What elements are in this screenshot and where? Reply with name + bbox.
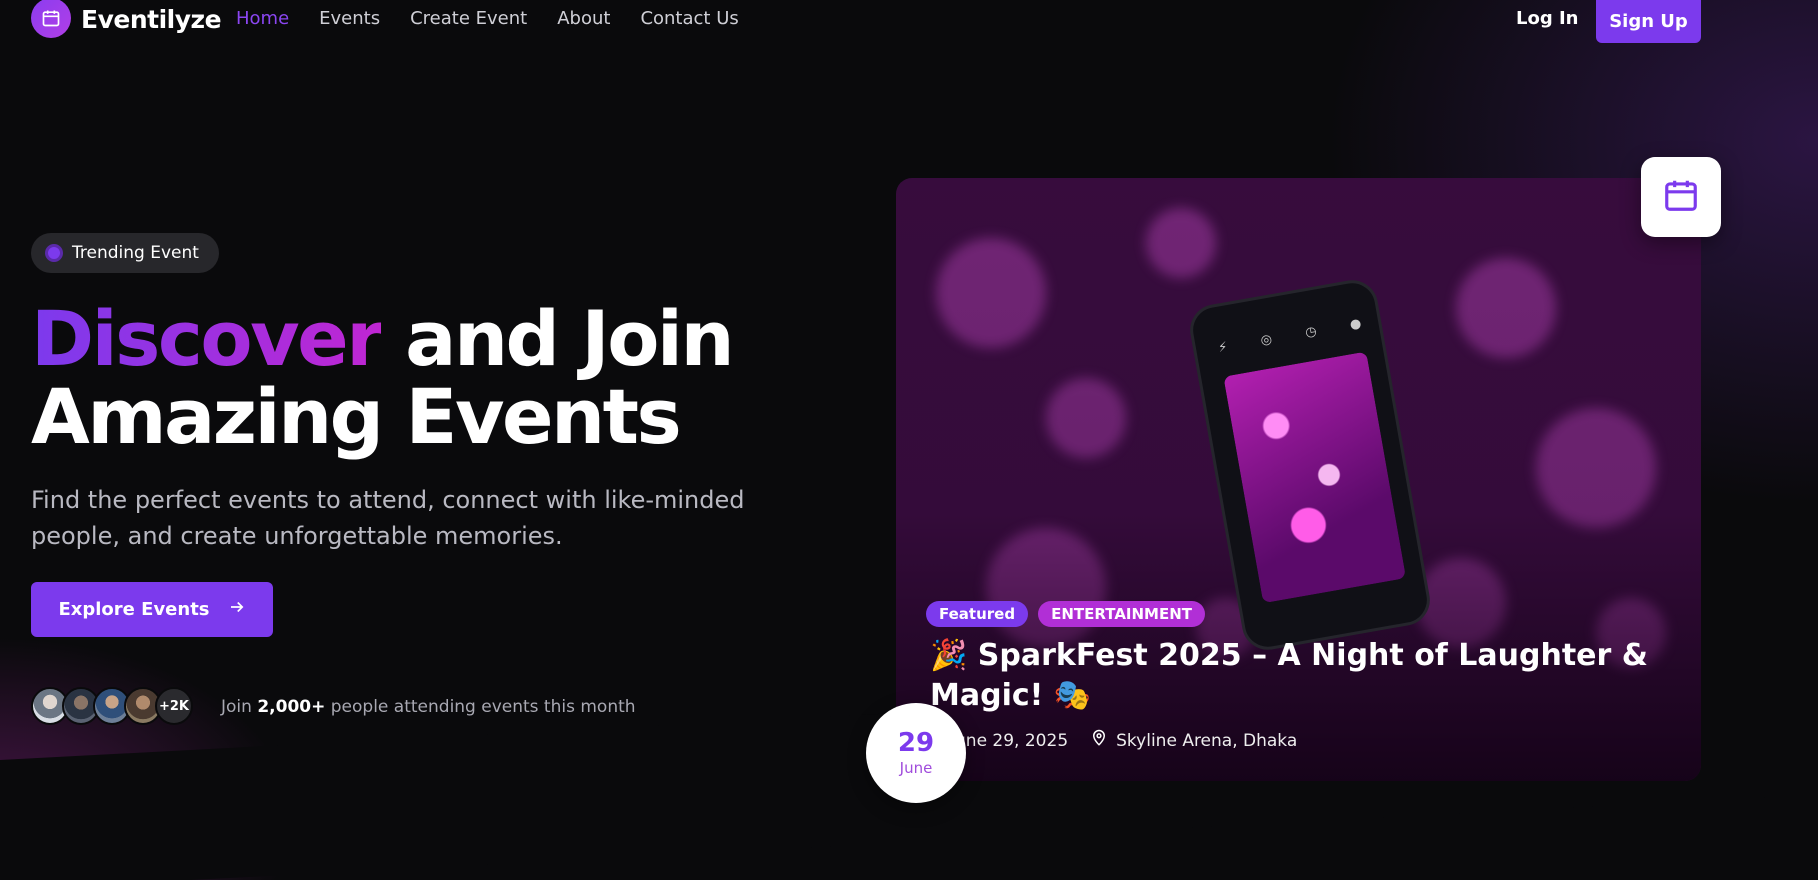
trending-badge-label: Trending Event: [72, 243, 199, 263]
nav-link-events[interactable]: Events: [319, 8, 380, 29]
badge-dot-icon: [45, 244, 63, 262]
event-location: Skyline Arena, Dhaka: [1090, 729, 1297, 752]
tag-featured: Featured: [926, 601, 1029, 627]
date-day: 29: [897, 728, 935, 758]
brand-name: Eventilyze: [81, 4, 222, 34]
nav-link-about[interactable]: About: [557, 8, 610, 29]
phone-screen: [1223, 351, 1407, 604]
trending-badge: Trending Event: [31, 233, 219, 273]
nav-links: Home Events Create Event About Contact U…: [236, 8, 739, 29]
event-meta: June 29, 2025 Skyline Arena, Dhaka: [950, 729, 1297, 752]
nav-link-contact-us[interactable]: Contact Us: [640, 8, 738, 29]
arrow-right-icon: [228, 598, 246, 621]
event-tags: Featured ENTERTAINMENT: [926, 601, 1206, 627]
live-icon: ◎: [1259, 331, 1274, 349]
calendar-icon: [31, 0, 71, 38]
signup-button[interactable]: Sign Up: [1596, 0, 1701, 43]
headline-part-1: and Join: [381, 294, 734, 383]
attendee-avatars: +2K: [31, 687, 193, 725]
calendar-badge[interactable]: [1641, 157, 1721, 237]
join-prefix: Join: [221, 697, 258, 717]
avatar-more-count: +2K: [155, 687, 193, 725]
event-location-text: Skyline Arena, Dhaka: [1116, 730, 1298, 751]
join-suffix: people attending events this month: [325, 697, 636, 717]
date-month: June: [899, 759, 933, 777]
hero-headline: Discover and Join Amazing Events: [31, 300, 751, 456]
phone-camera-icons: ⚡ ◎ ◷ ●: [1217, 316, 1362, 356]
event-title[interactable]: 🎉 SparkFest 2025 – A Night of Laughter &…: [930, 636, 1670, 716]
nav-link-create-event[interactable]: Create Event: [410, 8, 527, 29]
tag-category: ENTERTAINMENT: [1038, 601, 1206, 627]
explore-events-button[interactable]: Explore Events: [31, 582, 273, 637]
flash-icon: ⚡: [1217, 339, 1229, 357]
nav-link-home[interactable]: Home: [236, 8, 289, 29]
explore-events-label: Explore Events: [58, 599, 210, 620]
headline-part-2: Amazing Events: [31, 372, 682, 461]
event-date-text: June 29, 2025: [950, 730, 1069, 751]
top-nav: Eventilyze Home Events Create Event Abou…: [0, 0, 1818, 44]
event-date-bubble: 29 June: [866, 703, 966, 803]
join-count: 2,000+: [257, 697, 326, 717]
brand-logo[interactable]: Eventilyze: [31, 0, 222, 38]
join-text: Join 2,000+ people attending events this…: [221, 697, 636, 717]
location-pin-icon: [1090, 729, 1108, 752]
filter-icon: ●: [1348, 316, 1363, 333]
calendar-icon: [1662, 176, 1700, 218]
timer-icon: ◷: [1304, 323, 1318, 341]
hero-subtext: Find the perfect events to attend, conne…: [31, 486, 745, 550]
headline-accent: Discover: [31, 294, 384, 383]
event-date: June 29, 2025: [950, 731, 1068, 751]
login-link[interactable]: Log In: [1516, 8, 1579, 29]
